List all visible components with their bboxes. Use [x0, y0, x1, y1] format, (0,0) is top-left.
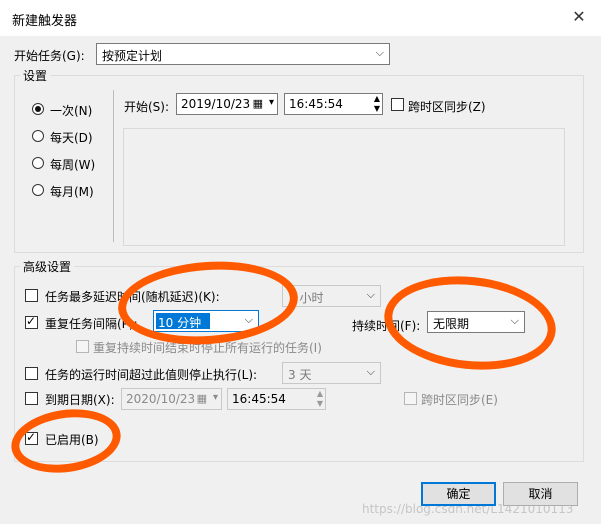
- expire-sync-checkbox[interactable]: [404, 392, 417, 405]
- close-icon[interactable]: ✕: [568, 6, 590, 28]
- expire-sync-label: 跨时区同步(E): [421, 393, 498, 407]
- start-date-value: 2019/10/23: [181, 97, 251, 111]
- radio-once[interactable]: [32, 103, 44, 115]
- begin-task-value: 按预定计划: [102, 49, 163, 63]
- spin-down-icon[interactable]: ▼: [374, 104, 380, 113]
- sync-timezone-label: 跨时区同步(Z): [408, 100, 486, 114]
- start-time-value: 16:45:54: [289, 97, 343, 111]
- spin-down-icon[interactable]: ▼: [317, 399, 323, 408]
- expire-time-input[interactable]: 16:45:54 ▲ ▼: [227, 388, 326, 410]
- stop-longer-value: 3 天: [288, 368, 312, 382]
- radio-daily-label: 每天(D): [50, 131, 93, 145]
- radio-weekly-label: 每周(W): [50, 158, 96, 172]
- chevron-down-icon[interactable]: ▾: [213, 392, 218, 403]
- calendar-icon[interactable]: ▦: [197, 392, 207, 405]
- radio-daily[interactable]: [32, 130, 44, 142]
- expire-date-picker[interactable]: 2020/10/23 ▦ ▾: [121, 388, 222, 410]
- settings-group-label: 设置: [20, 67, 51, 84]
- cancel-button[interactable]: 取消: [503, 482, 578, 506]
- settings-divider: [113, 90, 114, 242]
- repeat-checkbox[interactable]: [25, 314, 38, 329]
- title-bar: [0, 0, 601, 36]
- expire-date-value: 2020/10/23: [126, 392, 196, 406]
- expire-time-value: 16:45:54: [232, 392, 286, 406]
- stop-longer-checkbox[interactable]: [25, 367, 38, 380]
- spin-up-icon[interactable]: ▲: [317, 389, 323, 398]
- radio-monthly-label: 每月(M): [50, 185, 94, 199]
- start-label: 开始(S):: [124, 100, 170, 114]
- advanced-group-label: 高级设置: [20, 258, 75, 275]
- stop-all-checkbox[interactable]: [76, 340, 89, 353]
- sync-timezone-checkbox[interactable]: [391, 98, 404, 111]
- ok-button[interactable]: 确定: [421, 482, 496, 506]
- start-date-picker[interactable]: 2019/10/23 ▦ ▾: [176, 93, 278, 115]
- radio-once-label: 一次(N): [50, 104, 93, 118]
- chevron-down-icon: ⌵: [375, 46, 384, 59]
- radio-monthly[interactable]: [32, 184, 44, 196]
- stop-longer-select[interactable]: 3 天 ⌵: [282, 362, 381, 384]
- window-title: 新建触发器: [12, 14, 78, 29]
- expire-label: 到期日期(X):: [45, 393, 115, 407]
- radio-weekly[interactable]: [32, 157, 44, 169]
- spin-up-icon[interactable]: ▲: [374, 94, 380, 103]
- stop-longer-label: 任务的运行时间超过此值则停止执行(L):: [45, 368, 258, 382]
- chevron-down-icon[interactable]: ▾: [269, 97, 274, 108]
- chevron-down-icon: ⌵: [366, 365, 375, 378]
- schedule-detail-panel: [123, 128, 565, 246]
- chevron-down-icon: ⌵: [366, 288, 375, 301]
- begin-task-label: 开始任务(G):: [14, 49, 85, 63]
- begin-task-select[interactable]: 按预定计划 ⌵: [96, 43, 390, 65]
- expire-checkbox[interactable]: [25, 392, 38, 405]
- calendar-icon[interactable]: ▦: [253, 97, 263, 110]
- start-time-input[interactable]: 16:45:54 ▲ ▼: [284, 93, 383, 115]
- delay-checkbox[interactable]: [25, 289, 38, 302]
